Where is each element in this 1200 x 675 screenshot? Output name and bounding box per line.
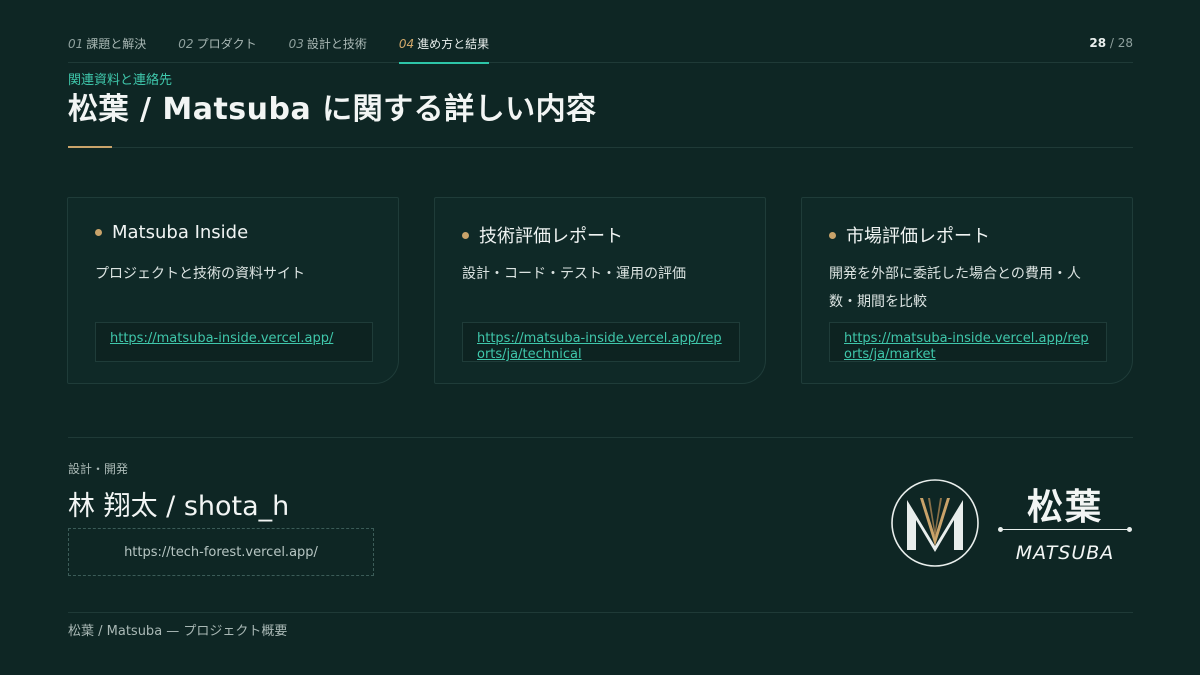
page-total: 28 bbox=[1117, 36, 1133, 50]
tab-number: 01 bbox=[68, 37, 84, 51]
tab-product[interactable]: 02 プロダクト bbox=[178, 36, 256, 63]
tab-label: 設計と技術 bbox=[306, 37, 367, 51]
bullet-dot-icon bbox=[95, 229, 102, 236]
developer-link[interactable]: https://tech-forest.vercel.app/ bbox=[68, 528, 374, 576]
page-current: 28 bbox=[1089, 36, 1107, 50]
section-tabs: 01 課題と解決 02 プロダクト 03 設計と技術 04 進め方と結果 bbox=[68, 36, 1133, 64]
title-divider bbox=[112, 147, 1133, 148]
bullet-dot-icon bbox=[462, 231, 469, 239]
brand-divider bbox=[998, 527, 1132, 532]
top-navigation: 01 課題と解決 02 プロダクト 03 設計と技術 04 進め方と結果 28 / 28 bbox=[68, 36, 1133, 64]
bullet-dot-icon bbox=[829, 231, 836, 239]
card-header: 技術評価レポート bbox=[462, 222, 623, 248]
title-accent-bar bbox=[68, 146, 112, 148]
page-title: 松葉 / Matsuba に関する詳しい内容 bbox=[68, 92, 597, 127]
tab-label: 課題と解決 bbox=[86, 37, 147, 51]
tab-number: 03 bbox=[288, 37, 304, 51]
card-title: Matsuba Inside bbox=[112, 222, 249, 243]
tab-problem-solution[interactable]: 01 課題と解決 bbox=[68, 36, 146, 63]
brand-roman: MATSUBA bbox=[1015, 542, 1115, 564]
footer-divider bbox=[68, 612, 1133, 613]
card-technical-report: 技術評価レポート 設計・コード・テスト・運用の評価 https://matsub… bbox=[434, 197, 766, 384]
developer-role-label: 設計・開発 bbox=[68, 462, 129, 476]
card-matsuba-inside: Matsuba Inside プロジェクトと技術の資料サイト https://m… bbox=[67, 197, 399, 384]
card-header: Matsuba Inside bbox=[95, 222, 248, 243]
tab-label: 進め方と結果 bbox=[417, 37, 490, 51]
card-header: 市場評価レポート bbox=[829, 222, 990, 248]
tab-design-tech[interactable]: 03 設計と技術 bbox=[289, 36, 367, 63]
tab-number: 02 bbox=[178, 37, 194, 51]
card-description: 設計・コード・テスト・運用の評価 bbox=[462, 266, 686, 282]
brand-kanji: 松葉 bbox=[1026, 486, 1103, 528]
card-link[interactable]: https://matsuba-inside.vercel.app/ bbox=[95, 322, 373, 362]
card-title: 市場評価レポート bbox=[846, 226, 990, 247]
page-counter: 28 / 28 bbox=[1089, 36, 1133, 50]
card-link[interactable]: https://matsuba-inside.vercel.app/report… bbox=[829, 322, 1107, 362]
resource-cards: Matsuba Inside プロジェクトと技術の資料サイト https://m… bbox=[67, 197, 1133, 384]
card-description: プロジェクトと技術の資料サイト bbox=[95, 266, 305, 282]
footer-text: 松葉 / Matsuba — プロジェクト概要 bbox=[68, 624, 288, 639]
page-separator: / bbox=[1106, 36, 1118, 50]
section-divider bbox=[68, 437, 1133, 438]
tab-label: プロダクト bbox=[196, 37, 257, 51]
matsuba-logo-icon bbox=[891, 479, 979, 567]
card-description: 開発を外部に委託した場合との費用・人数・期間を比較 bbox=[829, 266, 1081, 310]
card-market-report: 市場評価レポート 開発を外部に委託した場合との費用・人数・期間を比較 https… bbox=[801, 197, 1133, 384]
developer-name: 林 翔太 / shota_h bbox=[68, 491, 290, 522]
card-title: 技術評価レポート bbox=[479, 226, 623, 247]
tab-process-results[interactable]: 04 進め方と結果 bbox=[398, 36, 490, 64]
card-link[interactable]: https://matsuba-inside.vercel.app/report… bbox=[462, 322, 740, 362]
tab-number: 04 bbox=[398, 37, 415, 51]
